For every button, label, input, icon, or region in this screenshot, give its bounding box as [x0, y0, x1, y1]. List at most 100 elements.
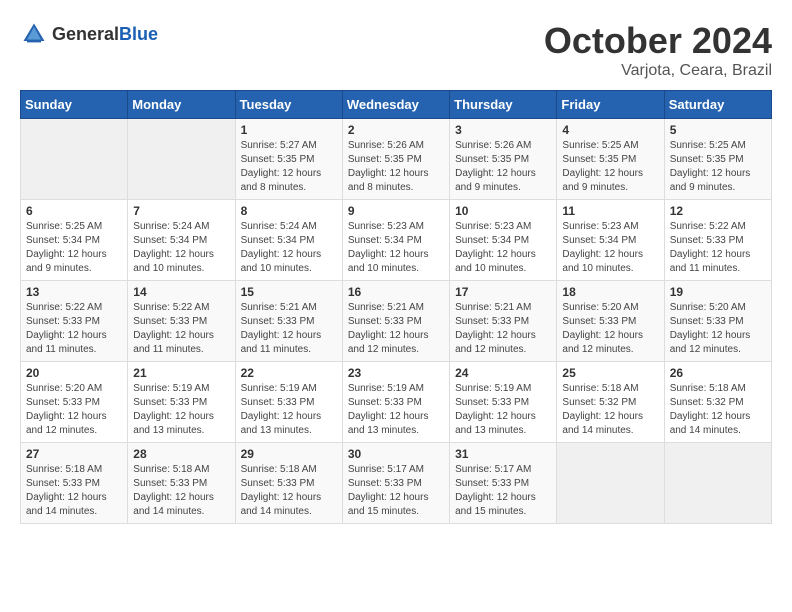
- day-info: Sunrise: 5:23 AMSunset: 5:34 PMDaylight:…: [562, 220, 658, 276]
- calendar-cell: 26Sunrise: 5:18 AMSunset: 5:32 PMDayligh…: [664, 362, 771, 443]
- day-number: 16: [348, 285, 444, 299]
- day-info: Sunrise: 5:17 AMSunset: 5:33 PMDaylight:…: [348, 463, 444, 519]
- calendar-cell: 17 Sunrise: 5:21 AMSunset: 5:33 PMDayligh…: [450, 281, 557, 362]
- weekday-header-wednesday: Wednesday: [342, 91, 449, 119]
- day-info: Sunrise: 5:18 AMSunset: 5:33 PMDaylight:…: [26, 463, 122, 519]
- day-number: 5: [670, 123, 766, 137]
- day-info: Sunrise: 5:19 AMSunset: 5:33 PMDaylight:…: [133, 382, 229, 438]
- day-number: 26: [670, 366, 766, 380]
- calendar-cell: [664, 443, 771, 524]
- calendar-cell: 11Sunrise: 5:23 AMSunset: 5:34 PMDayligh…: [557, 200, 664, 281]
- day-number: 25: [562, 366, 658, 380]
- day-info: Sunrise: 5:19 AMSunset: 5:33 PMDaylight:…: [455, 382, 551, 438]
- calendar-cell: 27 Sunrise: 5:18 AMSunset: 5:33 PMDayligh…: [21, 443, 128, 524]
- calendar-cell: 19 Sunrise: 5:20 AMSunset: 5:33 PMDayligh…: [664, 281, 771, 362]
- day-number: 19: [670, 285, 766, 299]
- day-info: Sunrise: 5:22 AMSunset: 5:33 PMDaylight:…: [133, 301, 229, 357]
- location-title: Varjota, Ceara, Brazil: [544, 62, 772, 80]
- calendar-cell: 9 Sunrise: 5:23 AMSunset: 5:34 PMDaylight…: [342, 200, 449, 281]
- calendar-cell: 1 Sunrise: 5:27 AMSunset: 5:35 PMDaylight…: [235, 119, 342, 200]
- day-info: Sunrise: 5:24 AMSunset: 5:34 PMDaylight:…: [133, 220, 229, 276]
- weekday-header-saturday: Saturday: [664, 91, 771, 119]
- day-number: 13: [26, 285, 122, 299]
- day-info: Sunrise: 5:17 AMSunset: 5:33 PMDaylight:…: [455, 463, 551, 519]
- day-number: 17: [455, 285, 551, 299]
- day-number: 24: [455, 366, 551, 380]
- day-info: Sunrise: 5:25 AMSunset: 5:35 PMDaylight:…: [562, 139, 658, 195]
- weekday-header-friday: Friday: [557, 91, 664, 119]
- day-number: 7: [133, 204, 229, 218]
- calendar-cell: 24 Sunrise: 5:19 AMSunset: 5:33 PMDayligh…: [450, 362, 557, 443]
- day-number: 21: [133, 366, 229, 380]
- calendar-cell: [21, 119, 128, 200]
- day-info: Sunrise: 5:20 AMSunset: 5:33 PMDaylight:…: [562, 301, 658, 357]
- day-info: Sunrise: 5:18 AMSunset: 5:32 PMDaylight:…: [562, 382, 658, 438]
- day-number: 30: [348, 447, 444, 461]
- logo-text-blue: Blue: [119, 24, 158, 44]
- day-number: 22: [241, 366, 337, 380]
- day-number: 27: [26, 447, 122, 461]
- day-info: Sunrise: 5:18 AMSunset: 5:33 PMDaylight:…: [133, 463, 229, 519]
- day-number: 4: [562, 123, 658, 137]
- calendar-cell: 7 Sunrise: 5:24 AMSunset: 5:34 PMDaylight…: [128, 200, 235, 281]
- day-number: 2: [348, 123, 444, 137]
- weekday-header-sunday: Sunday: [21, 91, 128, 119]
- calendar-cell: 12 Sunrise: 5:22 AMSunset: 5:33 PMDayligh…: [664, 200, 771, 281]
- weekday-header-monday: Monday: [128, 91, 235, 119]
- calendar-cell: 28 Sunrise: 5:18 AMSunset: 5:33 PMDayligh…: [128, 443, 235, 524]
- day-number: 10: [455, 204, 551, 218]
- calendar-cell: 15Sunrise: 5:21 AMSunset: 5:33 PMDayligh…: [235, 281, 342, 362]
- day-info: Sunrise: 5:27 AMSunset: 5:35 PMDaylight:…: [241, 139, 337, 195]
- day-info: Sunrise: 5:19 AMSunset: 5:33 PMDaylight:…: [348, 382, 444, 438]
- day-number: 1: [241, 123, 337, 137]
- day-info: Sunrise: 5:20 AMSunset: 5:33 PMDaylight:…: [26, 382, 122, 438]
- day-number: 18: [562, 285, 658, 299]
- day-number: 3: [455, 123, 551, 137]
- calendar-cell: 16 Sunrise: 5:21 AMSunset: 5:33 PMDayligh…: [342, 281, 449, 362]
- calendar-cell: [557, 443, 664, 524]
- day-number: 29: [241, 447, 337, 461]
- calendar-cell: 14 Sunrise: 5:22 AMSunset: 5:33 PMDayligh…: [128, 281, 235, 362]
- calendar-cell: 6Sunrise: 5:25 AMSunset: 5:34 PMDaylight…: [21, 200, 128, 281]
- day-info: Sunrise: 5:24 AMSunset: 5:34 PMDaylight:…: [241, 220, 337, 276]
- day-info: Sunrise: 5:21 AMSunset: 5:33 PMDaylight:…: [348, 301, 444, 357]
- day-number: 8: [241, 204, 337, 218]
- day-number: 20: [26, 366, 122, 380]
- day-number: 12: [670, 204, 766, 218]
- day-info: Sunrise: 5:26 AMSunset: 5:35 PMDaylight:…: [455, 139, 551, 195]
- title-block: October 2024 Varjota, Ceara, Brazil: [544, 20, 772, 80]
- day-info: Sunrise: 5:23 AMSunset: 5:34 PMDaylight:…: [348, 220, 444, 276]
- calendar-cell: 13 Sunrise: 5:22 AMSunset: 5:33 PMDayligh…: [21, 281, 128, 362]
- day-info: Sunrise: 5:21 AMSunset: 5:33 PMDaylight:…: [455, 301, 551, 357]
- calendar-cell: 2Sunrise: 5:26 AMSunset: 5:35 PMDaylight…: [342, 119, 449, 200]
- day-info: Sunrise: 5:22 AMSunset: 5:33 PMDaylight:…: [670, 220, 766, 276]
- day-number: 14: [133, 285, 229, 299]
- weekday-header-thursday: Thursday: [450, 91, 557, 119]
- day-info: Sunrise: 5:18 AMSunset: 5:33 PMDaylight:…: [241, 463, 337, 519]
- calendar-cell: 29 Sunrise: 5:18 AMSunset: 5:33 PMDayligh…: [235, 443, 342, 524]
- calendar-cell: 10 Sunrise: 5:23 AMSunset: 5:34 PMDayligh…: [450, 200, 557, 281]
- day-number: 9: [348, 204, 444, 218]
- day-number: 28: [133, 447, 229, 461]
- day-number: 23: [348, 366, 444, 380]
- calendar-cell: 23 Sunrise: 5:19 AMSunset: 5:33 PMDayligh…: [342, 362, 449, 443]
- calendar-cell: 21 Sunrise: 5:19 AMSunset: 5:33 PMDayligh…: [128, 362, 235, 443]
- month-title: October 2024: [544, 20, 772, 62]
- day-info: Sunrise: 5:23 AMSunset: 5:34 PMDaylight:…: [455, 220, 551, 276]
- calendar-cell: 3 Sunrise: 5:26 AMSunset: 5:35 PMDaylight…: [450, 119, 557, 200]
- day-info: Sunrise: 5:21 AMSunset: 5:33 PMDaylight:…: [241, 301, 337, 357]
- logo: GeneralBlue: [20, 20, 158, 48]
- calendar-cell: 4 Sunrise: 5:25 AMSunset: 5:35 PMDaylight…: [557, 119, 664, 200]
- calendar-cell: [128, 119, 235, 200]
- calendar-table: SundayMondayTuesdayWednesdayThursdayFrid…: [20, 90, 772, 524]
- page-header: GeneralBlue October 2024 Varjota, Ceara,…: [20, 20, 772, 80]
- calendar-cell: 30 Sunrise: 5:17 AMSunset: 5:33 PMDayligh…: [342, 443, 449, 524]
- day-info: Sunrise: 5:19 AMSunset: 5:33 PMDaylight:…: [241, 382, 337, 438]
- calendar-cell: 20 Sunrise: 5:20 AMSunset: 5:33 PMDayligh…: [21, 362, 128, 443]
- calendar-cell: 8 Sunrise: 5:24 AMSunset: 5:34 PMDaylight…: [235, 200, 342, 281]
- calendar-cell: 22 Sunrise: 5:19 AMSunset: 5:33 PMDayligh…: [235, 362, 342, 443]
- day-info: Sunrise: 5:22 AMSunset: 5:33 PMDaylight:…: [26, 301, 122, 357]
- calendar-cell: 25 Sunrise: 5:18 AMSunset: 5:32 PMDayligh…: [557, 362, 664, 443]
- day-info: Sunrise: 5:20 AMSunset: 5:33 PMDaylight:…: [670, 301, 766, 357]
- day-number: 6: [26, 204, 122, 218]
